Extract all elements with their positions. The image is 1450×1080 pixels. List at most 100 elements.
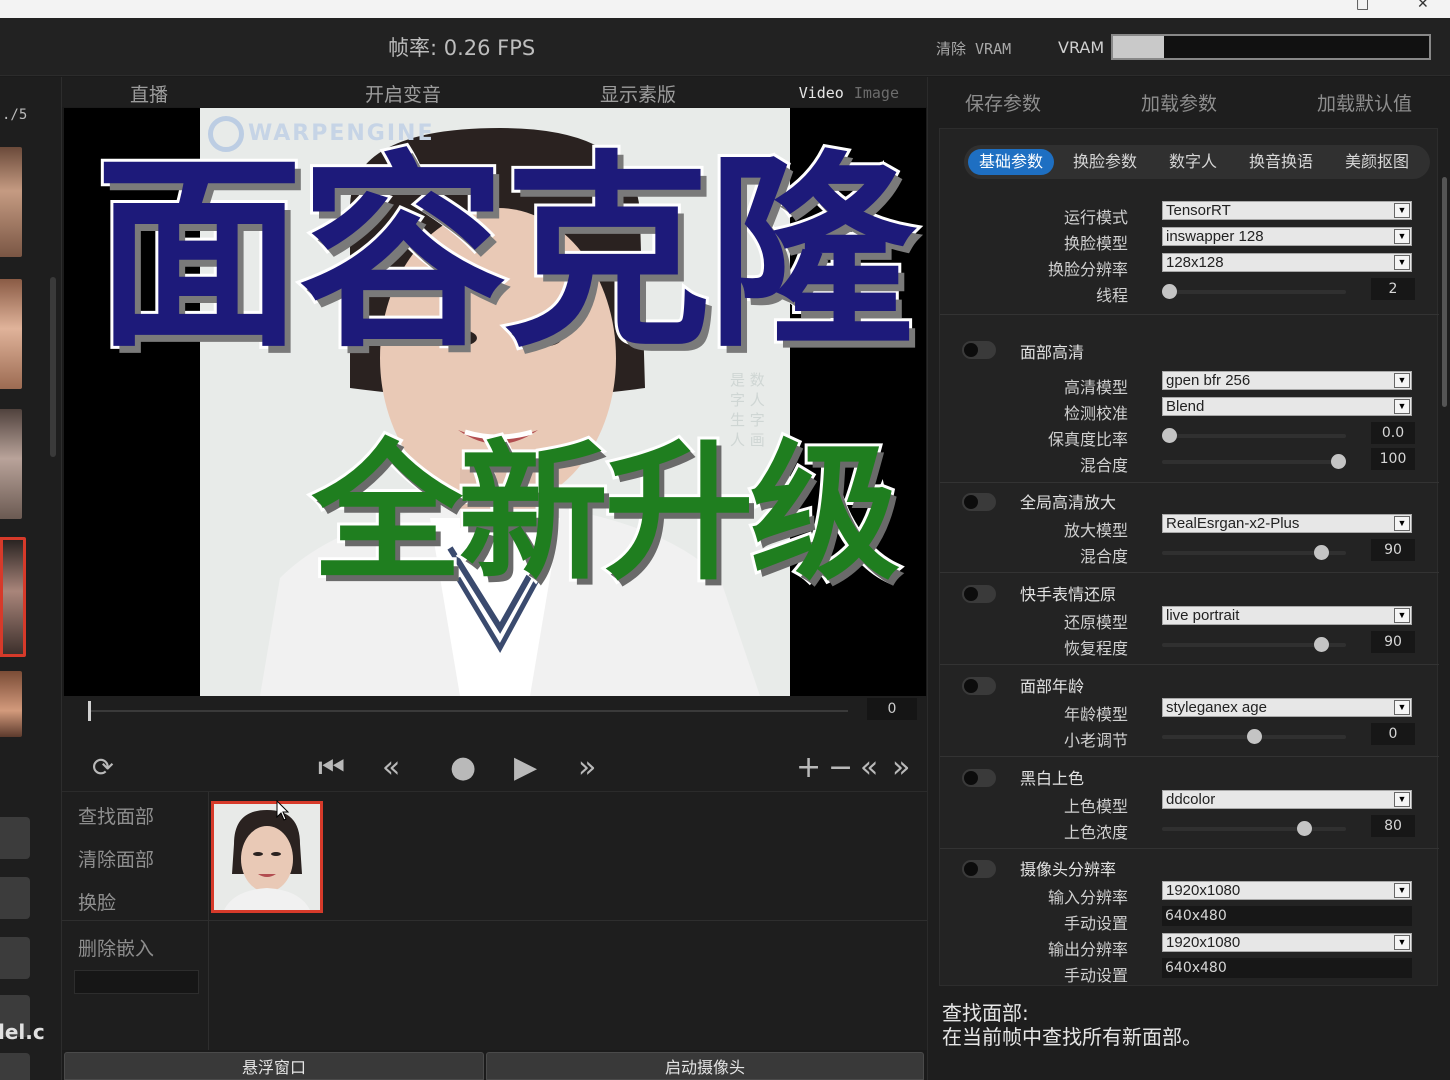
threads-slider[interactable]	[1162, 284, 1346, 299]
save-params-button[interactable]: 保存参数	[965, 89, 1041, 116]
swap-res-select[interactable]: 128x128 ▼	[1162, 253, 1412, 272]
swap-model-select[interactable]: inswapper 128 ▼	[1162, 227, 1412, 246]
prev-marker-icon[interactable]: «	[860, 746, 878, 790]
tab-beauty-matting[interactable]: 美颜抠图	[1332, 149, 1422, 175]
found-face-thumb[interactable]	[211, 801, 323, 913]
chevron-down-icon: ▼	[1394, 373, 1410, 388]
skip-start-icon[interactable]: ⏮	[318, 746, 345, 790]
slider-knob[interactable]	[1297, 821, 1313, 836]
slider-knob[interactable]	[1246, 729, 1262, 744]
tab-basic-params[interactable]: 基础参数	[968, 149, 1054, 175]
timeline-track[interactable]	[88, 710, 848, 712]
colorize-strength-value[interactable]: 80	[1371, 815, 1415, 837]
fps-readout: 帧率: 0.26 FPS	[388, 36, 536, 60]
upscale-blend-label: 混合度	[1079, 547, 1128, 566]
clear-faces-button[interactable]: 清除面部	[78, 845, 154, 872]
fast-forward-icon[interactable]: »	[578, 746, 596, 790]
age-adjust-value[interactable]: 0	[1371, 723, 1415, 745]
colorize-strength-slider[interactable]	[1162, 821, 1346, 836]
face-actions: 查找面部 清除面部 换脸 删除嵌入	[62, 792, 209, 1050]
add-marker-icon[interactable]: +	[796, 746, 821, 790]
upscale-toggle[interactable]	[962, 493, 996, 511]
timeline[interactable]: 0	[62, 696, 927, 746]
media-mode-toggle[interactable]: Video Image	[799, 84, 899, 102]
source-face-thumb[interactable]	[0, 147, 22, 257]
expression-toggle[interactable]	[962, 585, 996, 603]
camera-output-select[interactable]: 1920x1080 ▼	[1162, 933, 1412, 952]
colorize-toggle[interactable]	[962, 769, 996, 787]
detect-select[interactable]: Blend ▼	[1162, 397, 1412, 416]
find-faces-button[interactable]: 查找面部	[78, 802, 154, 829]
rewind-icon[interactable]: «	[382, 746, 400, 790]
mode-image[interactable]: Image	[854, 84, 899, 102]
model-button[interactable]	[0, 877, 30, 919]
source-face-thumb[interactable]	[0, 671, 22, 737]
next-marker-icon[interactable]: »	[892, 746, 910, 790]
divider	[940, 314, 1439, 315]
frame-number-field[interactable]: 0	[867, 698, 917, 720]
strip-scrollbar[interactable]	[50, 277, 56, 457]
manual-input-field[interactable]: 640x480	[1162, 906, 1412, 926]
source-face-thumb-selected[interactable]	[0, 537, 26, 657]
manual-output-field[interactable]: 640x480	[1162, 958, 1412, 978]
model-button[interactable]	[0, 817, 30, 859]
source-face-thumb[interactable]	[0, 279, 22, 389]
tab-swap-params[interactable]: 换脸参数	[1060, 149, 1150, 175]
tab-digital-human[interactable]: 数字人	[1156, 149, 1230, 175]
upscale-model-select[interactable]: RealEsrgan-x2-Plus ▼	[1162, 514, 1412, 533]
expression-model-select[interactable]: live portrait ▼	[1162, 606, 1412, 625]
expression-degree-value[interactable]: 90	[1371, 631, 1415, 653]
delete-embedding-button[interactable]: 删除嵌入	[78, 934, 154, 961]
tab-show-mask[interactable]: 显示素版	[600, 80, 676, 107]
remove-marker-icon[interactable]: −	[828, 746, 853, 790]
age-toggle[interactable]	[962, 677, 996, 695]
start-camera-button[interactable]: 启动摄像头	[486, 1052, 924, 1080]
divider	[940, 482, 1439, 483]
load-defaults-button[interactable]: 加载默认值	[1317, 89, 1412, 116]
age-model-label: 年龄模型	[1063, 705, 1128, 724]
float-window-button[interactable]: 悬浮窗口	[64, 1052, 484, 1080]
slider-knob[interactable]	[1314, 545, 1330, 560]
slider-knob[interactable]	[1314, 637, 1330, 652]
maximize-icon[interactable]: □	[1356, 0, 1369, 12]
run-mode-select[interactable]: TensorRT ▼	[1162, 201, 1412, 220]
params-scrollbar[interactable]	[1442, 177, 1447, 407]
restore-blend-slider[interactable]	[1162, 454, 1346, 469]
camera-input-select[interactable]: 1920x1080 ▼	[1162, 881, 1412, 900]
close-icon[interactable]: ✕	[1417, 0, 1429, 12]
slider-knob[interactable]	[1162, 284, 1177, 299]
restore-blend-value[interactable]: 100	[1371, 448, 1415, 470]
expression-degree-slider[interactable]	[1162, 637, 1346, 652]
age-adjust-slider[interactable]	[1162, 729, 1346, 744]
clear-vram-button[interactable]: 清除 VRAM	[936, 38, 1011, 59]
tab-voice-language[interactable]: 换音换语	[1236, 149, 1326, 175]
refresh-icon[interactable]: ⟳	[92, 746, 114, 790]
age-model-select[interactable]: styleganex age ▼	[1162, 698, 1412, 717]
timeline-handle[interactable]	[88, 701, 91, 721]
fidelity-slider[interactable]	[1162, 428, 1346, 443]
run-mode-label: 运行模式	[1063, 208, 1128, 227]
restore-model-select[interactable]: gpen bfr 256 ▼	[1162, 371, 1412, 390]
chevron-down-icon: ▼	[1394, 516, 1410, 531]
swap-faces-button[interactable]: 换脸	[78, 888, 116, 915]
tab-live[interactable]: 直播	[130, 80, 168, 107]
embedding-name-input[interactable]	[74, 970, 199, 994]
play-icon[interactable]: ▶	[514, 746, 537, 790]
model-button[interactable]	[0, 1053, 30, 1080]
camera-toggle[interactable]	[962, 860, 996, 878]
slider-knob[interactable]	[1331, 454, 1346, 469]
model-button[interactable]	[0, 937, 30, 979]
threads-value[interactable]: 2	[1371, 278, 1415, 300]
load-params-button[interactable]: 加载参数	[1141, 89, 1217, 116]
face-restore-toggle[interactable]	[962, 341, 996, 359]
fidelity-value[interactable]: 0.0	[1371, 422, 1415, 444]
detect-label: 检测校准	[1063, 404, 1128, 423]
record-icon[interactable]: ●	[450, 746, 476, 790]
upscale-blend-value[interactable]: 90	[1371, 539, 1415, 561]
slider-knob[interactable]	[1162, 428, 1177, 443]
tab-voice-change[interactable]: 开启变音	[365, 80, 441, 107]
source-face-thumb[interactable]	[0, 409, 22, 519]
mode-video[interactable]: Video	[799, 84, 844, 102]
upscale-blend-slider[interactable]	[1162, 545, 1346, 560]
colorize-model-select[interactable]: ddcolor ▼	[1162, 790, 1412, 809]
